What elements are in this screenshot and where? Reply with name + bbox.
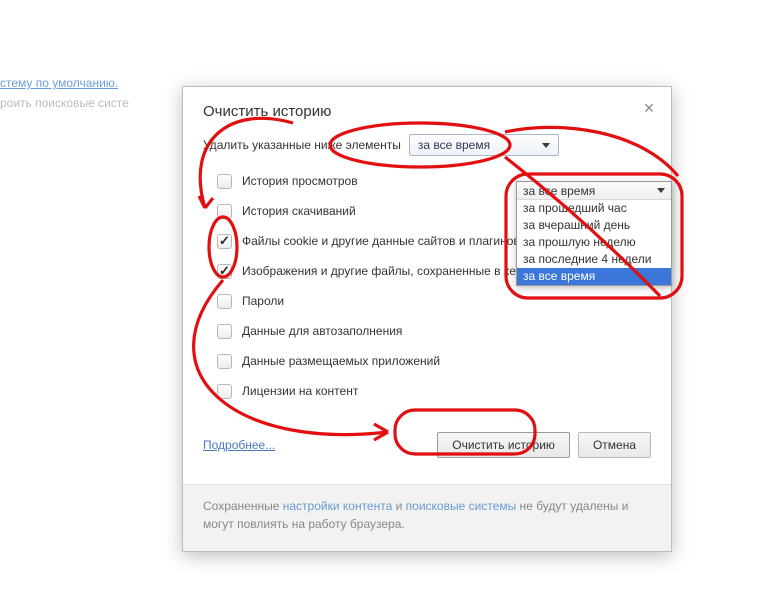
chevron-down-icon (542, 143, 550, 148)
more-link[interactable]: Подробнее... (203, 438, 275, 452)
checkbox[interactable] (217, 264, 232, 279)
checkbox-label: История просмотров (242, 174, 358, 188)
dialog-title: Очистить историю (203, 103, 331, 120)
dropdown-selected-row[interactable]: за все время (517, 182, 671, 200)
footer-text: и (392, 499, 405, 513)
checkbox-label: Лицензии на контент (242, 384, 358, 398)
checkbox-label: Пароли (242, 294, 284, 308)
chevron-down-icon (657, 188, 665, 193)
checkbox[interactable] (217, 324, 232, 339)
checkbox-label: Данные размещаемых приложений (242, 354, 440, 368)
item-autofill[interactable]: Данные для автозаполнения (217, 316, 651, 346)
checkbox[interactable] (217, 174, 232, 189)
clear-history-dialog: Очистить историю × Удалить указанные ниж… (182, 86, 672, 552)
checkbox-label: Изображения и другие файлы, сохраненные … (242, 264, 532, 278)
dropdown-option[interactable]: за последние 4 недели (517, 251, 671, 268)
time-range-dropdown-open[interactable]: за все время за прошедший час за вчерашн… (516, 181, 672, 286)
close-icon[interactable]: × (641, 101, 657, 117)
checkbox[interactable] (217, 354, 232, 369)
dropdown-option[interactable]: за все время (517, 268, 671, 285)
clear-history-button[interactable]: Очистить историю (437, 432, 570, 458)
checkbox-label: Данные для автозаполнения (242, 324, 402, 338)
checkbox-label: История скачиваний (242, 204, 356, 218)
dropdown-selected-value: за все время (523, 184, 595, 198)
dropdown-option[interactable]: за вчерашний день (517, 217, 671, 234)
item-content-licenses[interactable]: Лицензии на контент (217, 376, 651, 406)
dropdown-option[interactable]: за прошедший час (517, 200, 671, 217)
content-settings-link[interactable]: настройки контента (283, 499, 393, 513)
time-range-value: за все время (418, 138, 490, 152)
item-passwords[interactable]: Пароли (217, 286, 651, 316)
dialog-footer: Сохраненные настройки контента и поисков… (183, 484, 671, 551)
bg-text: роить поисковые систе (0, 96, 129, 110)
search-engines-link[interactable]: поисковые системы (406, 499, 517, 513)
bg-link[interactable]: стему по умолчанию. (0, 76, 118, 90)
checkbox[interactable] (217, 204, 232, 219)
item-hosted-apps[interactable]: Данные размещаемых приложений (217, 346, 651, 376)
delete-elements-label: Удалить указанные ниже элементы (203, 138, 401, 152)
checkbox[interactable] (217, 294, 232, 309)
time-range-dropdown[interactable]: за все время (409, 134, 559, 156)
checkbox[interactable] (217, 234, 232, 249)
checkbox[interactable] (217, 384, 232, 399)
checkbox-label: Файлы cookie и другие данные сайтов и пл… (242, 234, 520, 248)
footer-text: Сохраненные (203, 499, 283, 513)
cancel-button[interactable]: Отмена (578, 432, 651, 458)
dialog-header: Очистить историю × (183, 87, 671, 130)
dropdown-option[interactable]: за прошлую неделю (517, 234, 671, 251)
